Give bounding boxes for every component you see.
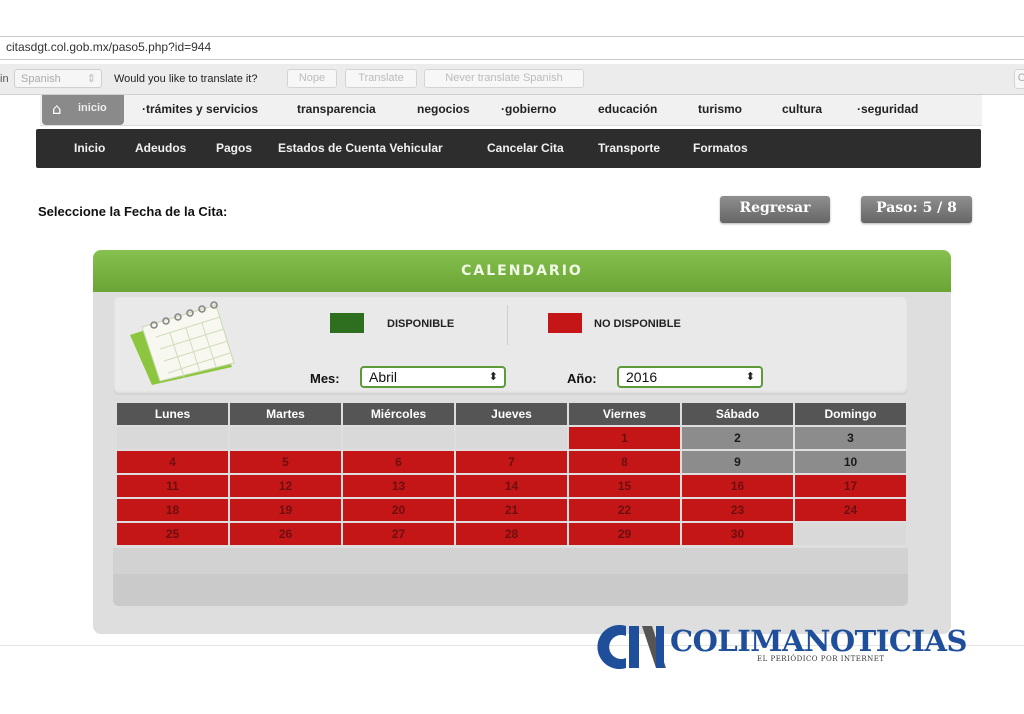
brand-tagline: EL PERIÓDICO POR INTERNET	[757, 655, 885, 663]
calendar-day[interactable]: 16	[682, 475, 793, 497]
select-arrows-icon: ⬍	[745, 371, 755, 383]
calendar-day[interactable]: 6	[343, 451, 454, 473]
legend-unavailable-swatch	[548, 313, 582, 333]
calendar-day[interactable]: 22	[569, 499, 680, 521]
nav-turismo[interactable]: turismo	[698, 102, 742, 116]
calendar-day[interactable]: 28	[456, 523, 567, 545]
calendar-day[interactable]: 12	[230, 475, 341, 497]
translate-bar: in Spanish ⇕ Would you like to translate…	[0, 64, 1024, 95]
select-arrows-icon: ⬍	[488, 371, 498, 383]
calendar-footer-band	[113, 574, 908, 606]
calendar-day[interactable]: 17	[795, 475, 906, 497]
calendar-day[interactable]: 5	[230, 451, 341, 473]
calendar-day[interactable]: 18	[117, 499, 228, 521]
weekday-header: Viernes	[569, 403, 680, 425]
subnav-formatos[interactable]: Formatos	[693, 141, 748, 155]
translate-button[interactable]: Translate	[345, 69, 417, 88]
calendar-day[interactable]: 3	[795, 427, 906, 449]
subnav-adeudos[interactable]: Adeudos	[135, 141, 186, 155]
page-prompt: Seleccione la Fecha de la Cita:	[38, 204, 228, 219]
language-select[interactable]: Spanish ⇕	[14, 69, 102, 88]
calendar-day[interactable]: 11	[117, 475, 228, 497]
home-label: inicio	[78, 102, 107, 114]
year-label: Año:	[567, 371, 597, 386]
calendar-empty-cell	[795, 523, 906, 545]
calendar-header: CALENDARIO	[93, 250, 951, 292]
subnav-pagos[interactable]: Pagos	[216, 141, 252, 155]
calendar-day[interactable]: 20	[343, 499, 454, 521]
calendar-day[interactable]: 26	[230, 523, 341, 545]
calendar-icon	[130, 301, 235, 385]
translate-options-button[interactable]: O	[1014, 69, 1024, 89]
calendar-empty-cell	[117, 427, 228, 449]
weekday-header: Martes	[230, 403, 341, 425]
calendar-day[interactable]: 9	[682, 451, 793, 473]
main-nav: ·trámites y servicios transparencia nego…	[40, 95, 982, 126]
language-value: Spanish	[21, 73, 61, 85]
weekday-header: Lunes	[117, 403, 228, 425]
legend-unavailable-label: NO DISPONIBLE	[594, 318, 681, 330]
calendar-day[interactable]: 4	[117, 451, 228, 473]
legend-available-swatch	[330, 313, 364, 333]
calendar-day[interactable]: 14	[456, 475, 567, 497]
url-text[interactable]: citasdgt.col.gob.mx/paso5.php?id=944	[6, 40, 211, 54]
legend-available-label: DISPONIBLE	[387, 318, 455, 330]
browser-top	[0, 0, 1024, 34]
select-caret-icon: ⇕	[86, 73, 96, 85]
nav-transparencia[interactable]: transparencia	[297, 102, 376, 116]
calendar-day[interactable]: 23	[682, 499, 793, 521]
month-label: Mes:	[310, 371, 340, 386]
translate-question: Would you like to translate it?	[114, 73, 258, 85]
month-select[interactable]: Abril ⬍	[360, 366, 506, 388]
calendar-day[interactable]: 15	[569, 475, 680, 497]
calendar-day[interactable]: 27	[343, 523, 454, 545]
calendar-day[interactable]: 13	[343, 475, 454, 497]
calendar-day[interactable]: 29	[569, 523, 680, 545]
subnav-estados-cuenta[interactable]: Estados de Cuenta Vehicular	[278, 141, 443, 155]
weekday-header: Domingo	[795, 403, 906, 425]
calendar-day[interactable]: 2	[682, 427, 793, 449]
calendar-day[interactable]: 24	[795, 499, 906, 521]
nav-home-tab[interactable]: ⌂ inicio	[42, 95, 124, 125]
calendar-day[interactable]: 10	[795, 451, 906, 473]
calendar-empty-cell	[230, 427, 341, 449]
brand-name: COLIMANOTICIAS	[670, 624, 967, 658]
sub-nav: Inicio Adeudos Pagos Estados de Cuenta V…	[36, 129, 981, 168]
weekday-header: Sábado	[682, 403, 793, 425]
year-select[interactable]: 2016 ⬍	[617, 366, 763, 388]
nav-seguridad[interactable]: ·seguridad	[857, 102, 918, 116]
calendar-empty-cell	[343, 427, 454, 449]
calendar-day[interactable]: 1	[569, 427, 680, 449]
cn-logo-icon	[597, 625, 666, 669]
calendar-day[interactable]: 30	[682, 523, 793, 545]
home-icon: ⌂	[52, 100, 62, 118]
calendar-day[interactable]: 8	[569, 451, 680, 473]
calendar-day[interactable]: 19	[230, 499, 341, 521]
legend-divider	[507, 305, 508, 345]
nav-tramites[interactable]: ·trámites y servicios	[142, 102, 258, 116]
calendar-empty-cell	[456, 427, 567, 449]
weekday-header: Jueves	[456, 403, 567, 425]
subnav-transporte[interactable]: Transporte	[598, 141, 660, 155]
back-button[interactable]: Regresar	[720, 196, 830, 223]
nav-gobierno[interactable]: ·gobierno	[501, 102, 556, 116]
weekday-header: Miércoles	[343, 403, 454, 425]
subnav-cancelar-cita[interactable]: Cancelar Cita	[487, 141, 564, 155]
calendar-day[interactable]: 21	[456, 499, 567, 521]
translate-in-label: in	[0, 73, 9, 85]
month-value: Abril	[369, 369, 398, 385]
nope-button[interactable]: Nope	[287, 69, 337, 88]
subnav-inicio[interactable]: Inicio	[74, 141, 105, 155]
nav-educacion[interactable]: educación	[598, 102, 657, 116]
nav-cultura[interactable]: cultura	[782, 102, 822, 116]
address-bar[interactable]: citasdgt.col.gob.mx/paso5.php?id=944	[0, 36, 1024, 60]
calendar-day[interactable]: 25	[117, 523, 228, 545]
step-badge: Paso: 5 / 8	[861, 196, 972, 223]
year-value: 2016	[626, 369, 658, 385]
nav-negocios[interactable]: negocios	[417, 102, 470, 116]
never-translate-button[interactable]: Never translate Spanish	[424, 69, 584, 88]
calendar-day[interactable]: 7	[456, 451, 567, 473]
